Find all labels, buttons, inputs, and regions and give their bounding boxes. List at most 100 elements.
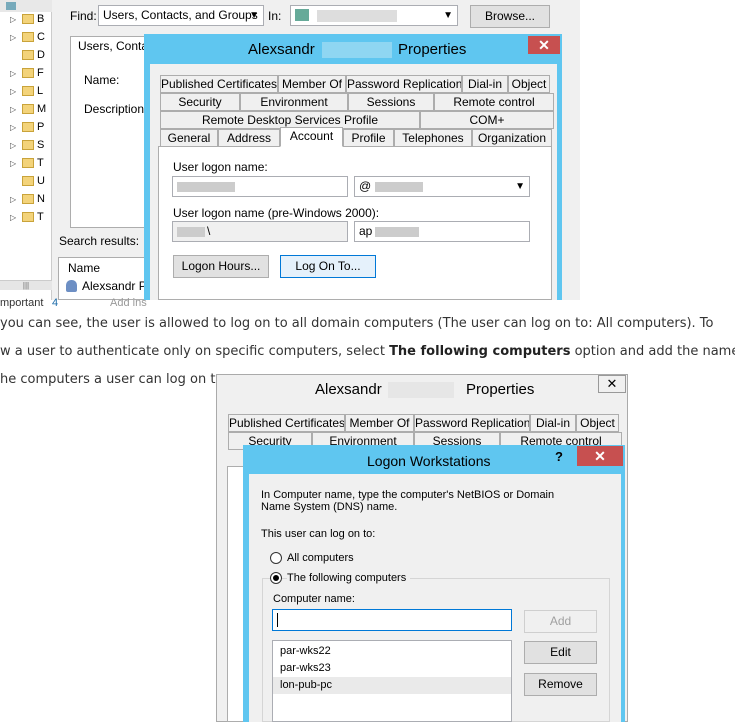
remove-button[interactable]: Remove <box>524 673 597 696</box>
list-item[interactable]: par-wks23 <box>273 660 511 677</box>
log-on-to-button[interactable]: Log On To... <box>280 255 376 278</box>
tree-item-label: L <box>37 85 44 97</box>
find-select[interactable]: Users, Contacts, and Groups ▼ <box>98 5 264 26</box>
tab-telephones[interactable]: Telephones <box>394 129 472 147</box>
computer-name-input[interactable] <box>272 609 512 631</box>
tree-item[interactable]: U <box>10 175 45 193</box>
redacted-netbios <box>177 227 205 237</box>
folder-icon <box>22 212 34 223</box>
all-computers-radio[interactable] <box>270 552 282 564</box>
tab-dial-in[interactable]: Dial-in <box>530 414 576 432</box>
tab-general[interactable]: General <box>160 129 218 147</box>
tab-security[interactable]: Security <box>160 93 240 111</box>
expand-arrow-icon[interactable] <box>10 51 18 60</box>
expand-arrow-icon[interactable]: ▷ <box>10 87 18 96</box>
redacted-surname <box>322 42 392 58</box>
close-icon[interactable]: ✕ <box>598 375 626 393</box>
properties-title-left: Alexsandr <box>248 41 315 58</box>
find-tab-panel <box>70 36 150 228</box>
expand-arrow-icon[interactable]: ▷ <box>10 15 18 24</box>
tab-dial-in[interactable]: Dial-in <box>462 75 508 93</box>
tree-item[interactable]: ▷ F <box>10 67 44 85</box>
tab-organization[interactable]: Organization <box>472 129 552 147</box>
tree-scrollbar[interactable]: ||| <box>0 280 52 290</box>
tab-sessions[interactable]: Sessions <box>348 93 434 111</box>
user-icon <box>66 280 77 292</box>
domain-icon <box>295 9 309 21</box>
following-computers-label[interactable]: The following computers <box>287 572 411 584</box>
column-header-name[interactable]: Name <box>68 261 100 275</box>
tree-item[interactable]: ▷ S <box>10 139 44 157</box>
find-tab-users[interactable]: Users, Contac <box>78 39 154 53</box>
tree-item-label: B <box>37 13 45 25</box>
tree-item[interactable]: ▷ T <box>10 211 44 229</box>
expand-arrow-icon[interactable]: ▷ <box>10 141 18 150</box>
find-label: Find: <box>70 9 97 23</box>
all-computers-label[interactable]: All computers <box>287 552 354 564</box>
find-select-value: Users, Contacts, and Groups <box>103 8 258 22</box>
list-item[interactable]: lon-pub-pc <box>273 677 511 694</box>
expand-arrow-icon[interactable]: ▷ <box>10 69 18 78</box>
properties-bottom-title-left: Alexsandr <box>315 381 382 398</box>
tree-item[interactable]: ▷ L <box>10 85 43 103</box>
close-icon[interactable]: ✕ <box>528 36 560 54</box>
tab-com-[interactable]: COM+ <box>420 111 554 129</box>
close-icon[interactable]: ✕ <box>577 446 623 466</box>
tree-item[interactable]: ▷ M <box>10 103 46 121</box>
tree-pane: ▷ B ▷ C D ▷ F ▷ L ▷ M ▷ P ▷ S ▷ T U ▷ N ▷ T ||| <box>0 0 52 300</box>
domain-suffix-select[interactable]: @ ▼ <box>354 176 530 197</box>
tree-item[interactable]: ▷ P <box>10 121 44 139</box>
can-log-on-label: This user can log on to: <box>261 528 376 540</box>
tree-root-icon <box>6 2 16 10</box>
tree-item-label: U <box>37 175 45 187</box>
tab-account[interactable]: Account <box>280 127 343 147</box>
tab-published-certificates[interactable]: Published Certificates <box>160 75 278 93</box>
logon-name-label: User logon name: <box>173 160 268 174</box>
tab-member-of[interactable]: Member Of <box>345 414 414 432</box>
chevron-down-icon: ▼ <box>515 181 525 192</box>
article-line-2-start: w a user to authenticate only on specifi… <box>0 344 390 359</box>
add-button[interactable]: Add <box>524 610 597 633</box>
list-item[interactable]: par-wks22 <box>273 643 511 660</box>
expand-arrow-icon[interactable]: ▷ <box>10 123 18 132</box>
pre2000-user-input[interactable]: ap <box>354 221 530 242</box>
redacted-surname-2 <box>388 382 454 398</box>
tree-item[interactable]: D <box>10 49 45 67</box>
tab-member-of[interactable]: Member Of <box>278 75 346 93</box>
computer-name-label: Computer name: <box>273 593 355 605</box>
redacted-domain-suffix <box>375 182 423 192</box>
following-computers-radio[interactable] <box>270 572 282 584</box>
expand-arrow-icon[interactable]: ▷ <box>10 195 18 204</box>
tab-password-replication[interactable]: Password Replication <box>346 75 462 93</box>
browse-button[interactable]: Browse... <box>470 5 550 28</box>
expand-arrow-icon[interactable]: ▷ <box>10 159 18 168</box>
status-number: 4 <box>52 297 59 309</box>
tab-object[interactable]: Object <box>508 75 550 93</box>
edit-button[interactable]: Edit <box>524 641 597 664</box>
tree-item[interactable]: ▷ B <box>10 13 44 31</box>
tree-item[interactable]: ▷ C <box>10 31 45 49</box>
expand-arrow-icon[interactable]: ▷ <box>10 105 18 114</box>
tree-item-label: T <box>37 211 44 223</box>
in-select[interactable]: ▼ <box>290 5 458 26</box>
tab-remote-control[interactable]: Remote control <box>434 93 554 111</box>
article-line-1: you can see, the user is allowed to log … <box>0 316 714 331</box>
tab-published-certificates[interactable]: Published Certificates <box>228 414 345 432</box>
tab-address[interactable]: Address <box>218 129 280 147</box>
tab-object[interactable]: Object <box>576 414 619 432</box>
expand-arrow-icon[interactable]: ▷ <box>10 33 18 42</box>
tab-environment[interactable]: Environment <box>240 93 348 111</box>
logon-hours-button[interactable]: Logon Hours... <box>173 255 269 278</box>
chevron-down-icon: ▼ <box>249 10 259 21</box>
properties-title-right: Properties <box>398 41 467 58</box>
status-text: mportant <box>0 297 44 309</box>
tree-item[interactable]: ▷ T <box>10 157 44 175</box>
expand-arrow-icon[interactable]: ▷ <box>10 213 18 222</box>
tab-password-replication[interactable]: Password Replication <box>414 414 530 432</box>
result-row-name[interactable]: Alexsandr P <box>82 279 147 293</box>
expand-arrow-icon[interactable] <box>10 177 18 186</box>
tree-item[interactable]: ▷ N <box>10 193 45 211</box>
tab-profile[interactable]: Profile <box>343 129 394 147</box>
help-button[interactable]: ? <box>546 448 572 466</box>
logon-name-input[interactable] <box>172 176 348 197</box>
